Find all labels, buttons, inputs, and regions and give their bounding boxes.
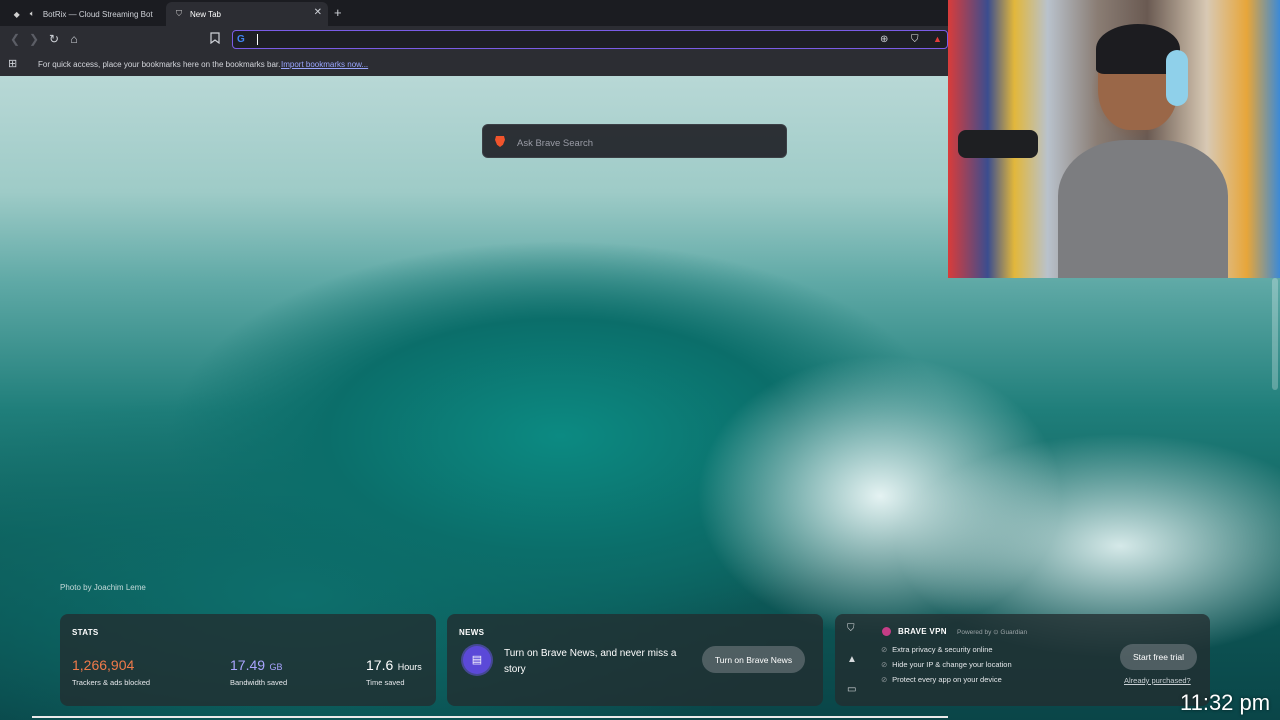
vpn-powered-by: Powered by ⊙ Guardian [957,629,1028,636]
time-unit: Hours [397,662,422,672]
vpn-logo-icon [882,627,891,636]
news-icon: ▤ [463,646,491,674]
scrollbar[interactable] [1272,278,1278,390]
card-icon[interactable]: ▭ [847,684,856,695]
brave-shields-icon[interactable]: ⛉ [911,34,919,45]
reload-icon[interactable]: ↻ [47,32,61,46]
bandwidth-unit: GB [269,662,283,672]
stats-widget: STATS 1,266,904 Trackers & ads blocked 1… [60,614,436,706]
microphone [958,130,1038,158]
photo-credit: Photo by Joachim Leme [60,583,146,592]
toolbar: ❮ ❯ ↻ ⌂ G ⊕ ⛉ ▲ [0,26,948,54]
news-promo-text: Turn on Brave News, and never miss a sto… [504,648,677,675]
close-tab-icon[interactable]: ✕ [314,7,322,18]
bandwidth-label: Bandwidth saved [230,678,288,687]
tab-title: BotRix — Cloud Streaming Bot fo [42,9,154,19]
tab-title: New Tab [190,9,221,19]
shield-icon[interactable]: ⛉ [847,623,855,634]
speaker-icon[interactable]: 🔈︎ [27,9,36,19]
trackers-count: 1,266,904 [72,657,135,673]
time-label: Time saved [366,678,405,687]
person-torso [1058,140,1228,278]
botrix-icon: ◆ [13,9,20,19]
brave-shield-icon: ⛉ [176,9,182,18]
address-input[interactable] [255,32,879,48]
vpn-widget: ⛉ ▲ ▭ BRAVE VPN Powered by ⊙ Guardian ⊘ … [835,614,1210,706]
forward-icon[interactable]: ❯ [27,32,41,46]
zoom-icon[interactable]: ⊕ [880,34,888,45]
stat-bandwidth: 17.49 GB Bandwidth saved [230,657,287,687]
check-icon: ⊘ [881,660,888,669]
vpn-feature: ⊘ Protect every app on your device [881,675,1002,684]
turn-on-news-button[interactable]: Turn on Brave News [702,646,805,673]
stat-time: 17.6 Hours Time saved [366,657,422,687]
new-tab-button[interactable]: + [334,5,342,20]
vpn-feature: ⊘ Hide your IP & change your location [881,660,1012,669]
bottom-divider [32,716,948,718]
start-free-trial-button[interactable]: Start free trial [1120,644,1197,670]
stream-clock: 11:32 pm [1180,690,1271,715]
webcam-overlay [948,0,1280,278]
brave-search-box[interactable] [482,124,787,158]
warning-icon[interactable]: ▲ [847,654,857,665]
time-value: 17.6 [366,657,394,673]
tab-strip: ◆ 🔈︎ BotRix — Cloud Streaming Bot fo ⛉ N… [0,0,948,26]
tab-botrix[interactable]: ◆ 🔈︎ BotRix — Cloud Streaming Bot fo [4,2,162,26]
import-bookmarks-link[interactable]: Import bookmarks now... [281,60,368,69]
bookmarks-bar: ⊞ For quick access, place your bookmarks… [0,54,948,76]
brave-lion-icon [495,136,505,147]
trackers-label: Trackers & ads blocked [72,678,151,687]
search-input[interactable] [515,134,779,152]
vpn-title: BRAVE VPN [898,627,947,636]
brave-rewards-icon[interactable]: ▲ [933,34,942,44]
back-icon[interactable]: ❮ [8,32,22,46]
vpn-feature: ⊘ Extra privacy & security online [881,645,993,654]
check-icon: ⊘ [881,645,888,654]
already-purchased-link[interactable]: Already purchased? [1124,676,1191,685]
check-icon: ⊘ [881,675,888,684]
stats-title: STATS [72,628,99,637]
apps-grid-icon[interactable]: ⊞ [8,59,17,70]
home-icon[interactable]: ⌂ [67,32,81,46]
news-widget: NEWS ▤ Turn on Brave News, and never mis… [447,614,823,706]
stat-trackers: 1,266,904 Trackers & ads blocked [72,657,150,687]
tab-new-tab[interactable]: ⛉ New Tab ✕ [166,2,328,26]
google-icon: G [237,34,245,45]
bandwidth-value: 17.49 [230,657,266,673]
bookmarks-hint: For quick access, place your bookmarks h… [38,60,281,69]
address-bar[interactable]: G ⊕ ⛉ ▲ [232,30,948,49]
headphone [1166,50,1188,106]
news-title: NEWS [459,628,485,637]
bookmark-icon[interactable] [208,32,222,46]
